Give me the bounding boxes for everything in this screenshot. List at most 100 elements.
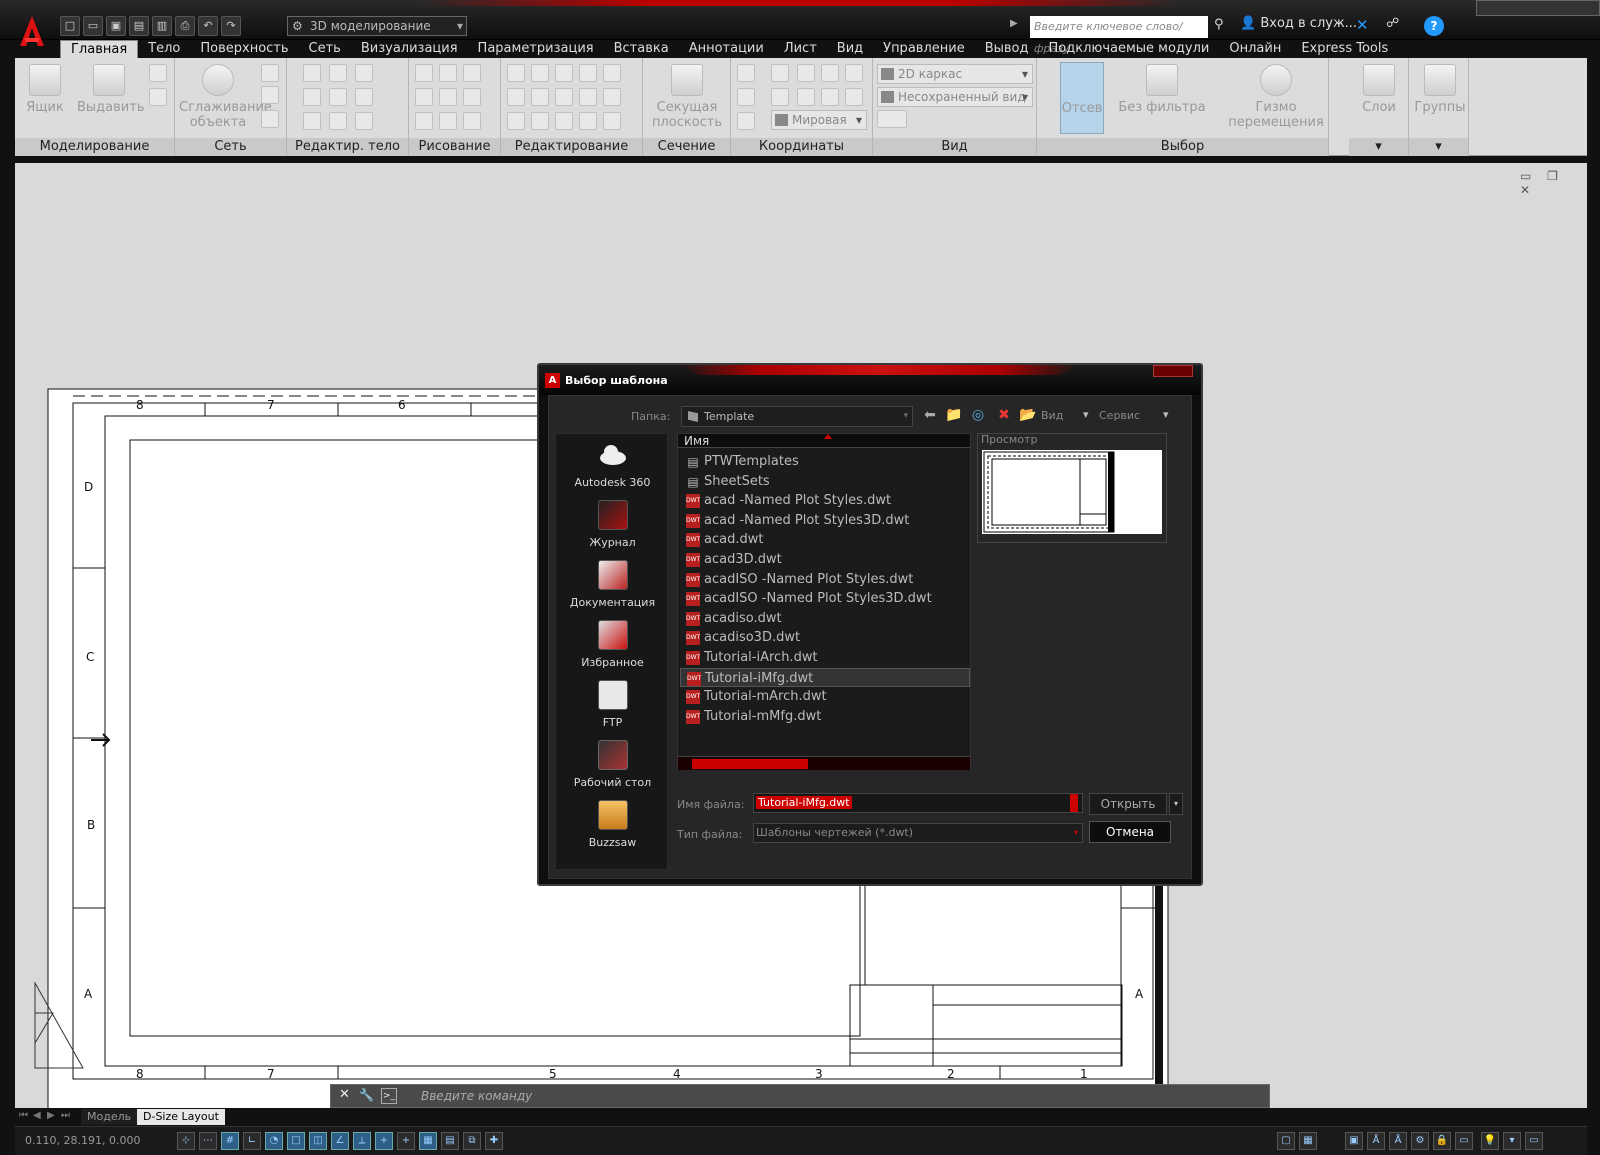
list-item[interactable]: DWT Tutorial-mMfg.dwt bbox=[680, 707, 970, 726]
tab-12[interactable]: Подключаемые модули bbox=[1039, 40, 1220, 58]
array-icon[interactable] bbox=[603, 112, 621, 130]
saved-view-dropdown[interactable]: Несохраненный вид ▾ bbox=[877, 87, 1033, 107]
command-line[interactable]: ✕ 🔧 >_ Введите команду bbox=[330, 1084, 1270, 1108]
maximize-viewport-icon[interactable]: ▣ bbox=[1345, 1132, 1363, 1150]
place-ftp[interactable]: FTP bbox=[556, 680, 669, 729]
ellipse-icon[interactable] bbox=[463, 112, 481, 130]
filename-input[interactable]: Tutorial-iMfg.dwt ▾ bbox=[753, 793, 1083, 813]
layers-expand[interactable]: ▾ bbox=[1349, 138, 1408, 156]
close-icon[interactable]: ✕ bbox=[339, 1087, 350, 1102]
exchange-icon[interactable]: ✕ bbox=[1356, 16, 1369, 34]
lock-icon[interactable]: 🔒 bbox=[1433, 1132, 1451, 1150]
list-item[interactable]: DWT acadiso.dwt bbox=[680, 609, 970, 628]
extrude-button[interactable]: Выдавить bbox=[77, 64, 144, 115]
3d-array-icon[interactable] bbox=[579, 64, 597, 82]
scale-icon[interactable] bbox=[507, 64, 525, 82]
search-web-icon[interactable]: ◎ bbox=[969, 406, 987, 424]
union-icon[interactable] bbox=[303, 64, 321, 82]
first-tab-icon[interactable]: ⏮ bbox=[19, 1110, 31, 1124]
tab-0[interactable]: Главная bbox=[60, 40, 139, 58]
place-history[interactable]: Журнал bbox=[556, 500, 669, 549]
tab-d-size-layout[interactable]: D-Size Layout bbox=[137, 1109, 225, 1125]
ucs-view-icon[interactable] bbox=[737, 112, 755, 130]
selection-cycling-icon[interactable]: ⧉ bbox=[463, 1132, 481, 1150]
tab-6[interactable]: Вставка bbox=[604, 40, 679, 58]
last-tab-icon[interactable]: ⏭ bbox=[61, 1110, 73, 1124]
mesh-smooth-less-icon[interactable] bbox=[261, 86, 279, 104]
arc-icon[interactable] bbox=[463, 64, 481, 82]
list-item[interactable]: ▤ PTWTemplates bbox=[680, 452, 970, 471]
list-item[interactable]: DWT Tutorial-mArch.dwt bbox=[680, 687, 970, 706]
dialog-title-bar[interactable]: A Выбор шаблона bbox=[539, 365, 1201, 395]
ortho-icon[interactable]: ∟ bbox=[243, 1132, 261, 1150]
polar-icon[interactable]: ◔ bbox=[265, 1132, 283, 1150]
gizmo-button[interactable]: Гизмо перемещения bbox=[1221, 64, 1331, 130]
annotation-scale-icon[interactable]: Å bbox=[1367, 1132, 1385, 1150]
list-item[interactable]: DWT acadISO -Named Plot Styles3D.dwt bbox=[680, 589, 970, 608]
box-button[interactable]: Ящик bbox=[25, 64, 65, 115]
ucs-z-icon[interactable] bbox=[845, 64, 863, 82]
list-item[interactable]: DWT acad -Named Plot Styles.dwt bbox=[680, 491, 970, 510]
copy-icon[interactable] bbox=[507, 88, 525, 106]
lineweight-icon[interactable]: + bbox=[397, 1132, 415, 1150]
plot-icon[interactable]: ⎙ bbox=[175, 16, 195, 36]
list-item[interactable]: DWT acadiso3D.dwt bbox=[680, 628, 970, 647]
model-space-icon[interactable]: ▢ bbox=[1277, 1132, 1295, 1150]
workspace-switch-icon[interactable]: ⚙ bbox=[1411, 1132, 1429, 1150]
horizontal-scrollbar[interactable] bbox=[678, 756, 970, 770]
snap-icon[interactable]: ⋯ bbox=[199, 1132, 217, 1150]
ucs-y-icon[interactable] bbox=[821, 64, 839, 82]
3dosnap-icon[interactable]: ◫ bbox=[309, 1132, 327, 1150]
new-folder-icon[interactable]: 📂 bbox=[1019, 406, 1037, 424]
tab-8[interactable]: Лист bbox=[774, 40, 827, 58]
ucs-world-icon[interactable] bbox=[771, 64, 789, 82]
interfere-icon[interactable] bbox=[303, 112, 321, 130]
view-menu[interactable]: Вид bbox=[1041, 409, 1063, 422]
layers-button[interactable]: Слои bbox=[1355, 64, 1403, 115]
annotation-visibility-icon[interactable]: Å bbox=[1389, 1132, 1407, 1150]
line-icon[interactable] bbox=[439, 88, 457, 106]
new-icon[interactable]: □ bbox=[60, 16, 80, 36]
grid-icon[interactable]: # bbox=[221, 1132, 239, 1150]
ucs-previous-icon[interactable] bbox=[771, 88, 789, 106]
panel-title-draw[interactable]: Рисование bbox=[409, 138, 500, 156]
prev-tab-icon[interactable]: ◀ bbox=[33, 1110, 45, 1124]
list-item[interactable]: DWT acad -Named Plot Styles3D.dwt bbox=[680, 511, 970, 530]
section-plane-button[interactable]: Секущая плоскость bbox=[647, 64, 727, 130]
open-options-dropdown[interactable]: ▾ bbox=[1169, 793, 1183, 815]
wrench-icon[interactable]: 🔧 bbox=[359, 1088, 374, 1102]
dyn-icon[interactable]: + bbox=[375, 1132, 393, 1150]
tab-3[interactable]: Сеть bbox=[299, 40, 351, 58]
clean-screen-icon[interactable]: ▭ bbox=[1525, 1132, 1543, 1150]
status-menu-icon[interactable]: ▾ bbox=[1503, 1132, 1521, 1150]
viewport-window-controls[interactable]: ▭ ❐ ✕ bbox=[1520, 169, 1587, 197]
tab-10[interactable]: Управление bbox=[873, 40, 975, 58]
3d-rotate2-icon[interactable] bbox=[531, 88, 549, 106]
chevron-down-icon[interactable]: ▾ bbox=[1069, 794, 1078, 812]
ducs-icon[interactable]: ⟂ bbox=[353, 1132, 371, 1150]
list-item[interactable]: DWT Tutorial-iMfg.dwt bbox=[680, 667, 970, 687]
presspull-icon[interactable] bbox=[149, 88, 167, 106]
culling-button[interactable]: Отсев bbox=[1060, 62, 1104, 134]
ucs-x-icon[interactable] bbox=[797, 64, 815, 82]
stretch-icon[interactable] bbox=[579, 88, 597, 106]
application-menu-button[interactable] bbox=[16, 14, 48, 50]
loft-icon[interactable] bbox=[579, 112, 597, 130]
align-icon[interactable] bbox=[603, 64, 621, 82]
offset-icon[interactable] bbox=[555, 112, 573, 130]
tab-11[interactable]: Вывод bbox=[975, 40, 1039, 58]
redo-icon[interactable]: ↷ bbox=[221, 16, 241, 36]
region-icon[interactable] bbox=[415, 112, 433, 130]
ucs-origin-icon[interactable] bbox=[737, 88, 755, 106]
panel-title-mesh[interactable]: Сеть bbox=[175, 138, 286, 156]
place-favorites[interactable]: Избранное bbox=[556, 620, 669, 669]
binoculars-icon[interactable]: ⚲ bbox=[1214, 17, 1224, 32]
polygon-icon[interactable] bbox=[439, 64, 457, 82]
tab-4[interactable]: Визуализация bbox=[351, 40, 468, 58]
list-item[interactable]: DWT acadISO -Named Plot Styles.dwt bbox=[680, 570, 970, 589]
folder-dropdown[interactable]: Template ▾ bbox=[681, 406, 913, 427]
search-input[interactable]: Введите ключевое слово/фразу bbox=[1030, 16, 1208, 55]
viewport-config-icon[interactable] bbox=[877, 110, 907, 128]
list-item[interactable]: DWT Tutorial-iArch.dwt bbox=[680, 648, 970, 667]
groups-button[interactable]: Группы bbox=[1413, 64, 1467, 115]
